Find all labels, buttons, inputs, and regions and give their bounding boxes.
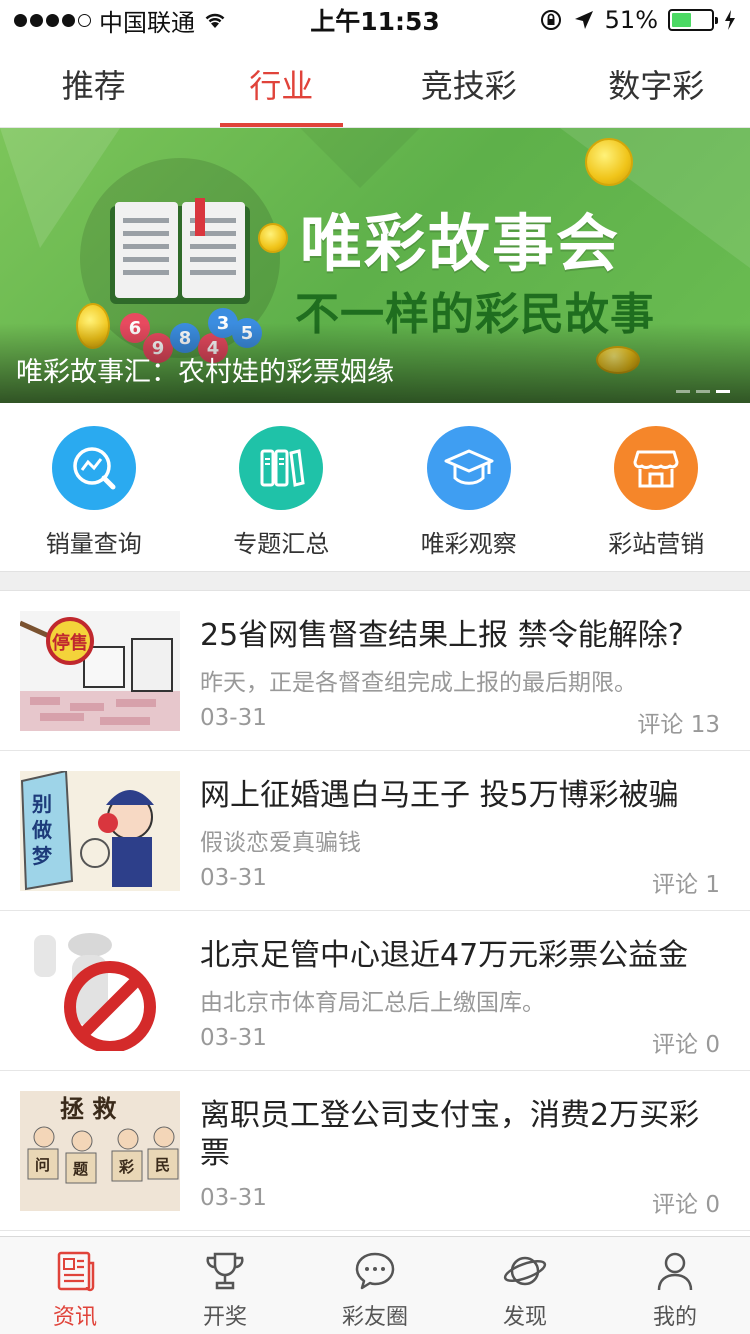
news-title: 网上征婚遇白马王子 投5万博彩被骗 bbox=[200, 778, 679, 813]
battery-percent: 51% bbox=[604, 6, 658, 34]
tab-industry[interactable]: 行业 bbox=[188, 40, 376, 127]
tab-label: 推荐 bbox=[61, 66, 126, 105]
shortcut-sales-query[interactable]: 销量查询 bbox=[0, 403, 188, 571]
svg-text:题: 题 bbox=[73, 1160, 89, 1178]
chat-bubble-icon bbox=[355, 1252, 395, 1290]
news-summary: 假谈恋爱真骗钱 bbox=[200, 830, 361, 856]
carousel-indicator bbox=[676, 390, 730, 393]
news-thumbnail bbox=[20, 931, 180, 1051]
news-title: 离职员工登公司支付宝，消费2万买彩票 bbox=[200, 1098, 700, 1171]
news-date: 03-31 bbox=[200, 865, 267, 891]
news-item[interactable]: 拯 救 问 题 彩 民 离职员工登公司支付宝，消费2万买彩票 03-31 评论 … bbox=[0, 1071, 750, 1231]
news-comment-count: 评论 0 bbox=[652, 1032, 720, 1058]
shortcut-grid: 销量查询 专题汇总 唯彩观察 彩站营销 bbox=[0, 403, 750, 571]
tab-label: 竞技彩 bbox=[420, 66, 517, 105]
planet-icon bbox=[503, 1256, 547, 1286]
status-bar: 中国联通 上午11:53 51% bbox=[0, 0, 750, 40]
clock: 上午11:53 bbox=[310, 7, 440, 36]
news-thumbnail: 停售 bbox=[20, 611, 180, 731]
nav-profile[interactable]: 我的 bbox=[600, 1237, 750, 1334]
banner-carousel[interactable]: 6 9 8 4 3 5 唯彩故事会 不一样的彩民故事 唯彩故事汇：农村娃的彩票姻… bbox=[0, 128, 750, 403]
news-item[interactable]: 停售 25省网售督查结果上报 禁令能解除? 昨天，正是各督查组完成上报的最后期限… bbox=[0, 591, 750, 751]
trophy-icon bbox=[206, 1252, 244, 1290]
news-summary: 昨天，正是各督查组完成上报的最后期限。 bbox=[200, 670, 637, 696]
shortcut-label: 销量查询 bbox=[45, 530, 142, 558]
news-item[interactable]: 北京足管中心退近47万元彩票公益金 由北京市体育局汇总后上缴国库。 03-31 … bbox=[0, 911, 750, 1071]
nav-label: 发现 bbox=[502, 1305, 547, 1330]
news-date: 03-31 bbox=[200, 1185, 267, 1211]
shortcut-label: 专题汇总 bbox=[233, 530, 330, 558]
nav-label: 我的 bbox=[652, 1305, 697, 1330]
news-date: 03-31 bbox=[200, 705, 267, 731]
tab-label: 数字彩 bbox=[608, 66, 705, 105]
news-date: 03-31 bbox=[200, 1025, 267, 1051]
books-icon bbox=[239, 426, 324, 510]
banner-title: 唯彩故事会 bbox=[300, 207, 621, 280]
graduation-cap-icon bbox=[426, 426, 511, 510]
book-icon bbox=[110, 198, 250, 304]
news-summary: 由北京市体育局汇总后上缴国库。 bbox=[200, 990, 545, 1016]
svg-text:别: 别 bbox=[31, 792, 52, 816]
svg-text:做: 做 bbox=[31, 818, 53, 842]
tab-recommend[interactable]: 推荐 bbox=[0, 40, 188, 127]
svg-text:拯 救: 拯 救 bbox=[60, 1095, 116, 1123]
rotation-lock-icon bbox=[540, 10, 561, 30]
news-title: 北京足管中心退近47万元彩票公益金 bbox=[200, 938, 689, 973]
user-icon bbox=[657, 1252, 693, 1291]
nav-lottery-results[interactable]: 开奖 bbox=[150, 1237, 300, 1334]
signal-strength-icon bbox=[14, 13, 91, 27]
svg-text:梦: 梦 bbox=[32, 844, 53, 868]
banner-caption: 唯彩故事汇：农村娃的彩票姻缘 bbox=[16, 357, 394, 388]
location-arrow-icon bbox=[574, 11, 593, 29]
carrier-name: 中国联通 bbox=[99, 8, 195, 37]
tab-label: 行业 bbox=[249, 66, 314, 105]
news-title: 25省网售督查结果上报 禁令能解除? bbox=[200, 618, 684, 653]
svg-text:民: 民 bbox=[155, 1156, 170, 1174]
shortcut-observation[interactable]: 唯彩观察 bbox=[375, 403, 563, 571]
tab-sports-lottery[interactable]: 竞技彩 bbox=[375, 40, 563, 127]
news-comment-count: 评论 13 bbox=[637, 712, 720, 738]
battery-icon bbox=[668, 9, 718, 31]
news-thumbnail: 别 做 梦 bbox=[20, 771, 180, 891]
news-comment-count: 评论 0 bbox=[652, 1192, 720, 1218]
svg-text:停售: 停售 bbox=[52, 632, 88, 654]
svg-text:问: 问 bbox=[35, 1156, 50, 1174]
nav-label: 彩友圈 bbox=[341, 1305, 408, 1330]
nav-discover[interactable]: 发现 bbox=[450, 1237, 600, 1334]
charging-bolt-icon bbox=[725, 10, 735, 30]
news-thumbnail: 拯 救 问 题 彩 民 bbox=[20, 1091, 180, 1211]
shortcut-topics[interactable]: 专题汇总 bbox=[188, 403, 376, 571]
coin-icon bbox=[585, 138, 633, 186]
tab-digital-lottery[interactable]: 数字彩 bbox=[563, 40, 750, 127]
nav-news[interactable]: 资讯 bbox=[0, 1237, 150, 1334]
wifi-icon bbox=[205, 13, 225, 28]
nav-community[interactable]: 彩友圈 bbox=[300, 1237, 450, 1334]
coin-icon bbox=[258, 223, 288, 253]
chart-search-icon bbox=[51, 426, 136, 510]
news-icon bbox=[57, 1251, 95, 1292]
shortcut-store-marketing[interactable]: 彩站营销 bbox=[563, 403, 750, 571]
bottom-tab-bar: 资讯 开奖 彩友圈 发现 我的 bbox=[0, 1236, 750, 1334]
nav-label: 资讯 bbox=[52, 1305, 97, 1330]
nav-label: 开奖 bbox=[202, 1305, 247, 1330]
news-item[interactable]: 别 做 梦 网上征婚遇白马王子 投5万博彩被骗 假谈恋爱真骗钱 03-31 评论… bbox=[0, 751, 750, 911]
news-comment-count: 评论 1 bbox=[652, 872, 720, 898]
news-list: 停售 25省网售督查结果上报 禁令能解除? 昨天，正是各督查组完成上报的最后期限… bbox=[0, 591, 750, 1231]
category-tabs: 推荐 行业 竞技彩 数字彩 bbox=[0, 40, 750, 128]
shortcut-label: 彩站营销 bbox=[608, 530, 705, 558]
store-icon bbox=[614, 426, 699, 510]
svg-text:彩: 彩 bbox=[118, 1158, 134, 1176]
section-divider bbox=[0, 571, 750, 591]
shortcut-label: 唯彩观察 bbox=[420, 530, 517, 558]
